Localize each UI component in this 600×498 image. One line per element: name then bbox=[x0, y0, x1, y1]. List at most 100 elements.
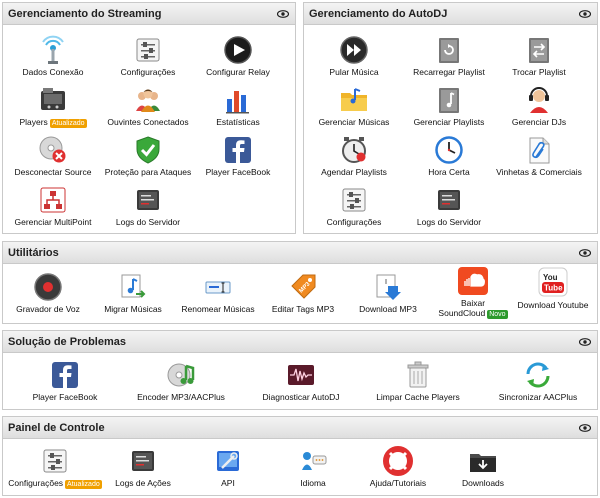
panel-title: Solução de Problemas bbox=[8, 335, 126, 348]
clock-icon bbox=[435, 136, 463, 164]
lifebuoy-icon bbox=[383, 446, 413, 476]
tile-estatisticas[interactable]: Estatísticas bbox=[198, 85, 278, 127]
tile-label: Sincronizar AACPlus bbox=[498, 392, 578, 402]
status-badge: Novo bbox=[487, 310, 508, 319]
tile-baixar-soundcloud[interactable]: Baixar SoundCloud Novo bbox=[433, 266, 513, 319]
tile-configuracoes-autodj[interactable]: Configurações bbox=[314, 185, 394, 227]
server-log-icon bbox=[137, 190, 159, 210]
tile-gerenciar-musicas[interactable]: Gerenciar Músicas bbox=[314, 85, 394, 127]
tile-limpar-cache[interactable]: Limpar Cache Players bbox=[368, 360, 468, 402]
tile-label: Ajuda/Tutoriais bbox=[369, 478, 427, 488]
shield-check-icon bbox=[136, 136, 160, 164]
eye-icon[interactable] bbox=[579, 9, 591, 18]
tile-configuracoes[interactable]: Configurações bbox=[108, 35, 188, 77]
tile-player-facebook-2[interactable]: Player FaceBook bbox=[15, 360, 115, 402]
tile-label: Vinhetas & Comerciais bbox=[496, 167, 582, 177]
bar-chart-icon bbox=[226, 91, 249, 114]
soundcloud-icon bbox=[458, 267, 488, 295]
fast-forward-icon bbox=[340, 36, 368, 64]
schedule-clock-icon bbox=[342, 137, 366, 163]
tile-dados-conexao[interactable]: Dados Conexão bbox=[13, 35, 93, 77]
tile-trocar-playlist[interactable]: Trocar Playlist bbox=[499, 35, 579, 77]
swap-playlist-icon bbox=[529, 38, 549, 63]
tile-label: Configurações bbox=[120, 67, 176, 77]
panel-autodj: Gerenciamento do AutoDJ Pular Música Rec… bbox=[303, 2, 598, 234]
tile-pular-musica[interactable]: Pular Música bbox=[314, 35, 394, 77]
tile-label: Gravador de Voz bbox=[16, 304, 80, 314]
tile-label: Agendar Playlists bbox=[321, 167, 387, 177]
tile-gerenciar-playlists[interactable]: Gerenciar Playlists bbox=[409, 85, 489, 127]
youtube-icon: You Tube bbox=[538, 267, 568, 297]
tile-hora-certa[interactable]: Hora Certa bbox=[409, 135, 489, 177]
tile-label: Configurações bbox=[326, 217, 382, 227]
tile-players[interactable]: Players Atualizado bbox=[13, 85, 93, 128]
tile-vinhetas-comerciais[interactable]: Vinhetas & Comerciais bbox=[496, 135, 582, 177]
tile-migrar-musicas[interactable]: Migrar Músicas bbox=[93, 272, 173, 314]
network-icon bbox=[40, 187, 66, 213]
panel-title: Gerenciamento do AutoDJ bbox=[309, 7, 448, 20]
tile-configuracoes-painel[interactable]: Configurações Atualizado bbox=[5, 446, 105, 489]
tile-label: Download Youtube bbox=[517, 300, 589, 310]
tile-label: Estatísticas bbox=[216, 117, 260, 127]
tile-encoder[interactable]: Encoder MP3/AACPlus bbox=[131, 360, 231, 402]
tile-agendar-playlists[interactable]: Agendar Playlists bbox=[314, 135, 394, 177]
eye-icon[interactable] bbox=[579, 248, 591, 257]
play-circle-icon bbox=[224, 36, 252, 64]
tile-logs-servidor[interactable]: Logs do Servidor bbox=[108, 185, 188, 227]
tile-recarregar-playlist[interactable]: Recarregar Playlist bbox=[409, 35, 489, 77]
tile-label: Player FaceBook bbox=[205, 167, 271, 177]
tile-label: Trocar Playlist bbox=[512, 67, 566, 77]
tile-gerenciar-multipoint[interactable]: Gerenciar MultiPoint bbox=[13, 185, 93, 227]
tile-gerenciar-djs[interactable]: Gerenciar DJs bbox=[499, 85, 579, 127]
settings-sliders-icon bbox=[43, 449, 67, 473]
downloads-folder-icon bbox=[470, 454, 496, 472]
tile-label: Configurar Relay bbox=[206, 67, 270, 77]
tile-downloads[interactable]: Downloads bbox=[433, 446, 533, 488]
svg-text:You: You bbox=[543, 273, 558, 282]
eye-icon[interactable] bbox=[277, 9, 289, 18]
download-mp3-icon bbox=[376, 274, 401, 300]
tile-label: Proteção para Ataques bbox=[104, 167, 192, 177]
tile-renomear-musicas[interactable]: Renomear Músicas bbox=[178, 272, 258, 314]
panel-title: Painel de Controle bbox=[8, 421, 105, 434]
panel-header: Painel de Controle bbox=[3, 417, 597, 439]
tile-logs-servidor-autodj[interactable]: Logs do Servidor bbox=[409, 185, 489, 227]
tile-desconectar-source[interactable]: Desconectar Source bbox=[13, 135, 93, 177]
record-icon bbox=[34, 273, 62, 301]
tile-diagnosticar-autodj[interactable]: Diagnosticar AutoDJ bbox=[251, 360, 351, 402]
panel-title: Utilitários bbox=[8, 246, 59, 259]
sync-icon bbox=[526, 362, 550, 388]
tile-label: Logs do Servidor bbox=[416, 217, 482, 227]
encoder-disc-icon bbox=[167, 363, 195, 387]
panel-title: Gerenciamento do Streaming bbox=[8, 7, 162, 20]
antenna-icon bbox=[42, 35, 64, 64]
tile-label: Player FaceBook bbox=[32, 392, 98, 402]
panel-header: Solução de Problemas bbox=[3, 331, 597, 353]
tile-protecao-ataques[interactable]: Proteção para Ataques bbox=[104, 135, 192, 177]
tile-configurar-relay[interactable]: Configurar Relay bbox=[198, 35, 278, 77]
tile-label: Configurações bbox=[8, 478, 64, 488]
tile-gravador-voz[interactable]: Gravador de Voz bbox=[8, 272, 88, 314]
panel-header: Gerenciamento do Streaming bbox=[3, 3, 295, 25]
music-note-icon bbox=[121, 274, 146, 298]
svg-text:Tube: Tube bbox=[544, 284, 563, 293]
tile-label: Hora Certa bbox=[428, 167, 470, 177]
tile-download-mp3[interactable]: Download MP3 bbox=[348, 272, 428, 314]
trash-icon bbox=[407, 361, 429, 388]
tile-label: Gerenciar Playlists bbox=[413, 117, 485, 127]
tile-ouvintes-conectados[interactable]: Ouvintes Conectados bbox=[107, 85, 189, 127]
tile-label: Players bbox=[19, 117, 48, 127]
tile-player-facebook[interactable]: Player FaceBook bbox=[198, 135, 278, 177]
tile-label: Download MP3 bbox=[359, 304, 417, 314]
eye-icon[interactable] bbox=[579, 423, 591, 432]
tile-label: API bbox=[221, 478, 235, 488]
waveform-icon bbox=[288, 365, 314, 385]
tile-download-youtube[interactable]: You Tube Download Youtube bbox=[513, 266, 593, 310]
panel-streaming: Gerenciamento do Streaming Dados Conexão… bbox=[2, 2, 296, 234]
tile-label: Downloads bbox=[461, 478, 505, 488]
tile-label: Renomear Músicas bbox=[181, 304, 255, 314]
eye-icon[interactable] bbox=[579, 337, 591, 346]
tile-editar-tags[interactable]: MP3 Editar Tags MP3 bbox=[263, 272, 343, 314]
panel-header: Gerenciamento do AutoDJ bbox=[304, 3, 597, 25]
tile-sincronizar-aacplus[interactable]: Sincronizar AACPlus bbox=[488, 360, 588, 402]
